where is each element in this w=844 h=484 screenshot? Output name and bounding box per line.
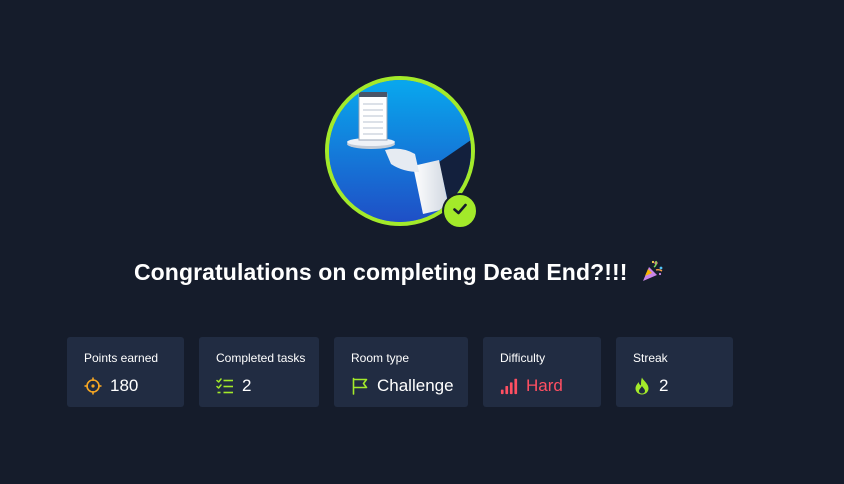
completion-headline: Congratulations on completing Dead End?!… (0, 259, 798, 289)
stat-card-room-type: Room type Challenge (334, 337, 468, 407)
headline-text: Congratulations on completing Dead End?!… (133, 259, 628, 285)
stat-label: Completed tasks (216, 351, 306, 365)
flame-icon (633, 377, 651, 395)
stat-value: 2 (242, 376, 252, 395)
crosshair-icon (84, 377, 102, 395)
stat-value: 2 (659, 376, 669, 395)
stat-value: 180 (110, 376, 139, 395)
signal-bars-icon (500, 377, 518, 395)
flag-icon (351, 377, 369, 395)
room-completion-screen: Congratulations on completing Dead End?!… (0, 0, 844, 484)
stat-card-streak: Streak 2 (616, 337, 733, 407)
room-avatar (325, 76, 478, 229)
stat-label: Points earned (84, 351, 159, 365)
stat-card-completed-tasks: Completed tasks 2 (199, 337, 319, 407)
party-popper-icon (640, 259, 664, 289)
stat-card-difficulty: Difficulty Hard (483, 337, 601, 407)
check-icon (451, 200, 469, 223)
stat-label: Streak (633, 351, 668, 365)
stat-label: Difficulty (500, 351, 546, 365)
stat-card-points-earned: Points earned 180 (67, 337, 184, 407)
task-list-icon (216, 377, 234, 395)
stat-value: Hard (526, 376, 563, 395)
stat-label: Room type (351, 351, 410, 365)
completed-badge (442, 193, 478, 229)
stat-value: Challenge (377, 376, 454, 395)
